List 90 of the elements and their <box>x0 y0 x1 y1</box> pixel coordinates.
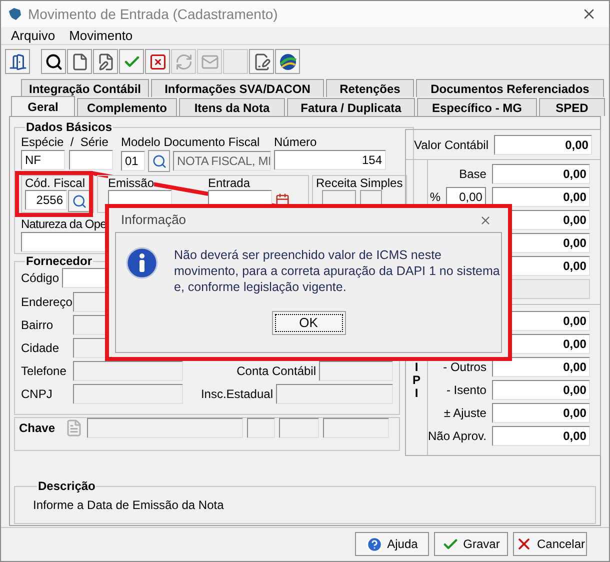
tab[interactable]: Complemento <box>77 98 177 116</box>
group-title: Descrição <box>37 480 96 493</box>
field-label: Valor Contábil <box>414 138 490 152</box>
value-field[interactable]: 0,00 <box>492 357 590 377</box>
dialog-title: Informação <box>121 211 188 230</box>
mail-icon <box>200 52 218 70</box>
document-icon <box>70 52 88 70</box>
field-label: Modelo Documento Fiscal <box>121 135 261 149</box>
toolbar-button[interactable] <box>275 49 300 74</box>
signature-icon <box>252 52 270 70</box>
field-label: Código <box>21 271 60 285</box>
field-label: Receita Simples <box>316 176 403 190</box>
key-field[interactable] <box>247 418 275 438</box>
field-label: Entrada <box>208 176 252 190</box>
tab[interactable]: Itens da Nota <box>179 98 285 116</box>
field-label: ± Ajuste <box>444 406 486 420</box>
key-field[interactable] <box>279 418 319 438</box>
refresh-icon <box>174 52 192 70</box>
field-label: Insc.Estadual <box>200 387 273 401</box>
toolbar-button[interactable] <box>41 49 66 74</box>
help-button[interactable]: Ajuda <box>355 532 429 556</box>
toolbar-button[interactable] <box>67 49 92 74</box>
field-label: Espécie / Série <box>21 135 110 149</box>
tab[interactable]: Específico - MG <box>417 98 537 116</box>
search-icon <box>72 194 86 208</box>
map-logo-icon <box>7 6 23 22</box>
cancel-button[interactable]: Cancelar <box>513 532 587 556</box>
field-label: Cidade <box>21 341 60 355</box>
value-field[interactable]: 0,00 <box>492 426 590 446</box>
group-title: Fornecedor <box>25 255 94 268</box>
info-icon <box>126 247 158 279</box>
field-label: Não Aprov. <box>428 429 486 443</box>
tab[interactable]: Integração Contábil <box>21 79 149 97</box>
especie-field[interactable]: NF <box>21 150 65 170</box>
tab[interactable]: Geral <box>11 96 75 116</box>
field-label: CNPJ <box>21 387 54 401</box>
field-label: - Outros <box>443 360 486 374</box>
field-label: Cód. Fiscal <box>25 176 86 190</box>
toolbar-button[interactable] <box>5 49 30 74</box>
value-field[interactable]: 0,00 <box>494 134 592 154</box>
model-field[interactable]: 01 <box>121 151 145 171</box>
tab[interactable]: Retenções <box>326 79 414 97</box>
account-field[interactable] <box>319 361 393 381</box>
value-field[interactable]: 0,00 <box>492 164 590 184</box>
field-label: Bairro <box>21 318 54 332</box>
delete-icon <box>148 52 166 70</box>
key-field[interactable] <box>323 418 389 438</box>
tab[interactable]: SPED <box>539 98 605 116</box>
field-label: % <box>430 190 440 204</box>
value-field[interactable]: 0,00 <box>492 187 590 207</box>
serie-field[interactable] <box>69 150 113 170</box>
field-label: Telefone <box>21 364 68 378</box>
menu-item[interactable]: Movimento <box>69 26 133 46</box>
key-field[interactable] <box>87 418 243 438</box>
field-label: Emissão <box>108 176 154 190</box>
toolbar-button[interactable] <box>93 49 118 74</box>
value-field[interactable]: 0,00 <box>492 380 590 400</box>
menu-item[interactable]: Arquivo <box>11 26 56 46</box>
close-icon <box>479 214 492 226</box>
edit-icon <box>96 52 114 70</box>
fiscal-code-field[interactable]: 2556 <box>25 190 67 210</box>
state-registration-field[interactable] <box>276 384 393 404</box>
ipi-label: I P I <box>411 360 422 400</box>
tab[interactable]: Documentos Referenciados <box>416 79 604 97</box>
field-label: Número <box>274 135 318 149</box>
field-label: Conta Contábil <box>236 364 316 378</box>
field-label: Base <box>459 167 486 181</box>
help-icon <box>366 536 384 552</box>
phone-field[interactable] <box>73 361 183 381</box>
save-button[interactable]: Gravar <box>434 532 508 556</box>
field-label: - Isento <box>446 383 486 397</box>
description-text: Informe a Data de Emissão da Nota <box>33 498 224 512</box>
door-icon <box>8 52 26 70</box>
field-label: Endereço <box>21 295 73 309</box>
search-icon <box>152 154 166 168</box>
tab[interactable]: Informações SVA/DACON <box>151 79 324 97</box>
group-title: Dados Básicos <box>25 121 114 134</box>
ok-button[interactable]: OK <box>272 311 346 335</box>
window-title: Movimento de Entrada (Cadastramento) <box>28 4 279 24</box>
search-button[interactable] <box>148 150 170 172</box>
value-field[interactable]: 0,00 <box>492 403 590 423</box>
search-button[interactable] <box>68 190 90 212</box>
search-icon <box>44 52 62 70</box>
key-label: Chave <box>19 420 56 437</box>
globe-icon <box>278 52 298 72</box>
tab[interactable]: Fatura / Duplicata <box>287 98 415 116</box>
number-field[interactable]: 154 <box>274 150 386 170</box>
document-icon <box>65 419 83 437</box>
cnpj-field[interactable] <box>73 384 183 404</box>
toolbar-button[interactable] <box>249 49 274 74</box>
